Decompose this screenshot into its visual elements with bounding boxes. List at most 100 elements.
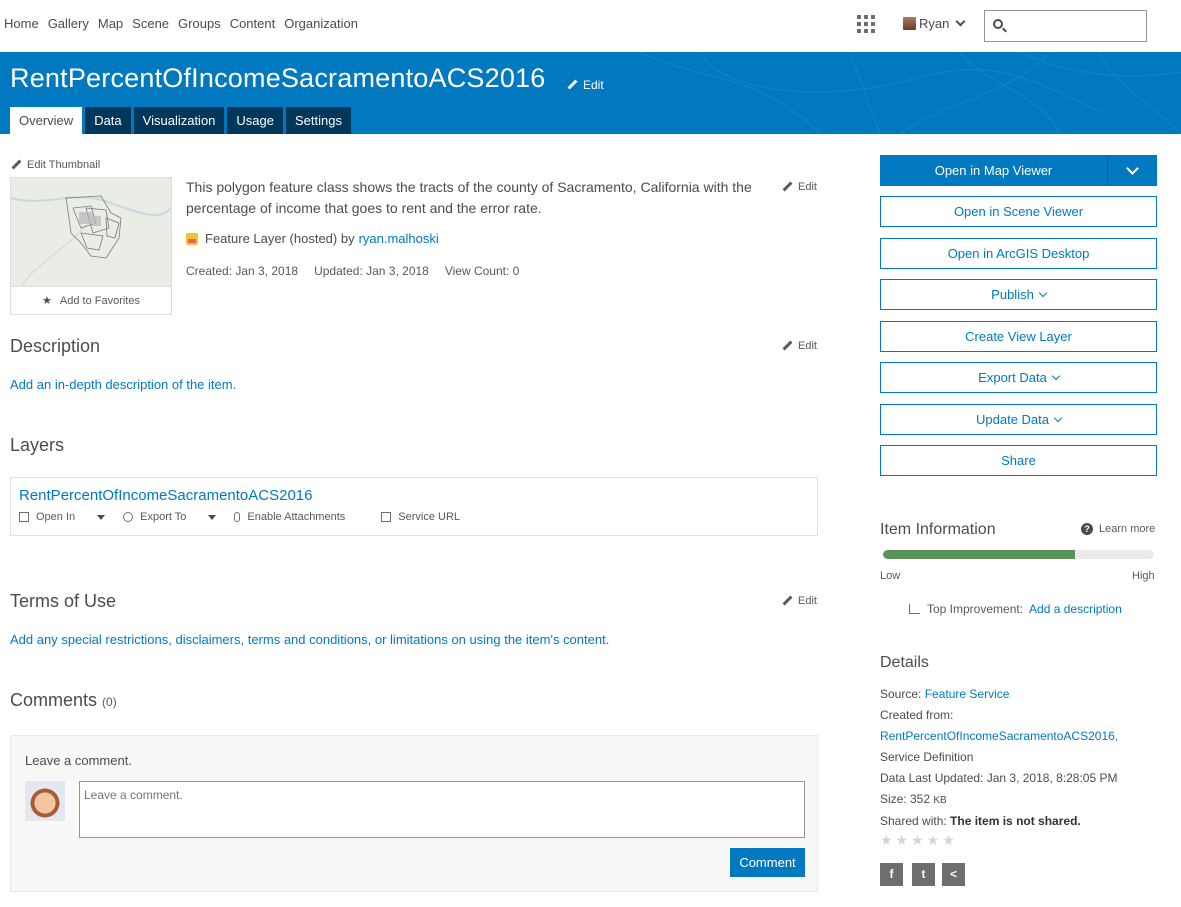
owner-link[interactable]: ryan.malhoski (359, 231, 439, 246)
share-icon[interactable]: < (942, 863, 965, 886)
description-heading: Description (10, 336, 101, 356)
create-view-layer-button[interactable]: Create View Layer (880, 321, 1157, 352)
publish-label: Publish (991, 287, 1034, 302)
comment-panel: Leave a comment. Comment (10, 735, 818, 892)
nav-content[interactable]: Content (230, 16, 276, 31)
comment-button[interactable]: Comment (730, 848, 805, 877)
item-type-label: Feature Layer (hosted) by (205, 231, 355, 246)
tab-usage[interactable]: Usage (227, 107, 283, 134)
open-desktop-button[interactable]: Open in ArcGIS Desktop (880, 238, 1157, 269)
nav-map[interactable]: Map (98, 16, 123, 31)
size-value: Size: 352 (880, 792, 931, 806)
terms-heading: Terms of Use (10, 591, 117, 611)
search-box (984, 10, 1147, 42)
nav-groups[interactable]: Groups (178, 16, 221, 31)
item-thumbnail (11, 178, 171, 286)
top-improvement: Top Improvement: Add a description (909, 602, 1122, 616)
update-data-button[interactable]: Update Data (880, 404, 1157, 435)
thumbnail-card: ★ Add to Favorites (10, 177, 172, 315)
comment-field[interactable] (79, 781, 805, 838)
tab-data[interactable]: Data (85, 107, 131, 134)
caret-down-icon (208, 514, 217, 520)
service-url-button[interactable]: Service URL (381, 511, 478, 523)
nav-home[interactable]: Home (4, 16, 39, 31)
publish-button[interactable]: Publish (880, 279, 1157, 310)
enable-attachments-button[interactable]: Enable Attachments (234, 511, 363, 523)
comment-label: Leave a comment. (25, 753, 132, 768)
open-external-icon (19, 512, 29, 522)
tab-settings[interactable]: Settings (286, 107, 351, 134)
open-in-menu[interactable]: Open In (19, 511, 106, 523)
learn-more-link[interactable]: ? Learn more (1081, 523, 1155, 535)
chevron-down-icon (1053, 413, 1063, 423)
layers-panel: RentPercentOfIncomeSacramentoACS2016 Ope… (10, 477, 818, 536)
item-info-progress-bar (883, 550, 1154, 559)
pencil-icon (11, 160, 21, 170)
nav-links: Home Gallery Map Scene Groups Content Or… (4, 16, 367, 31)
top-navigation: Home Gallery Map Scene Groups Content Or… (0, 0, 1181, 52)
layer-name-link[interactable]: RentPercentOfIncomeSacramentoACS2016 (19, 487, 313, 504)
twitter-icon[interactable]: t (912, 863, 935, 886)
title-edit-label: Edit (583, 78, 604, 92)
chevron-down-icon (1051, 371, 1061, 381)
nav-gallery[interactable]: Gallery (48, 16, 89, 31)
edit-thumbnail-button[interactable]: Edit Thumbnail (11, 159, 100, 171)
open-scene-viewer-button[interactable]: Open in Scene Viewer (880, 196, 1157, 227)
top-improvement-link[interactable]: Add a description (1029, 602, 1122, 616)
source-link[interactable]: Feature Service (925, 687, 1010, 701)
share-button[interactable]: Share (880, 445, 1157, 476)
open-map-viewer-button[interactable]: Open in Map Viewer (880, 155, 1107, 186)
data-last-updated: Data Last Updated: Jan 3, 2018, 8:28:05 … (880, 771, 1118, 785)
star-icon: ★ (42, 295, 52, 307)
created-date: Created: Jan 3, 2018 (186, 264, 299, 278)
pencil-icon (782, 596, 792, 606)
nav-scene[interactable]: Scene (132, 16, 169, 31)
created-from-link[interactable]: RentPercentOfIncomeSacramentoACS2016, (880, 726, 1170, 747)
layer-actions: Open In Export To Enable Attachments Ser… (19, 511, 496, 523)
details-heading: Details (880, 654, 929, 671)
add-to-favorites-button[interactable]: ★ Add to Favorites (11, 286, 171, 314)
apps-grid-icon[interactable] (857, 15, 875, 33)
rating-stars[interactable]: ★★★★★ (880, 832, 958, 849)
thumbnail-map-image (11, 178, 171, 286)
update-data-label: Update Data (976, 412, 1049, 427)
title-edit-button[interactable]: Edit (567, 78, 604, 92)
chevron-down-icon (955, 16, 966, 27)
source-label: Source: (880, 687, 922, 701)
add-terms-link[interactable]: Add any special restrictions, disclaimer… (10, 632, 609, 647)
open-map-viewer-dropdown[interactable] (1107, 155, 1157, 186)
export-data-button[interactable]: Export Data (880, 362, 1157, 393)
shared-value: The item is not shared. (950, 814, 1081, 828)
cloud-download-icon (123, 512, 134, 522)
shared-label: Shared with: (880, 814, 947, 828)
tab-visualization[interactable]: Visualization (133, 107, 225, 134)
search-icon (993, 19, 1003, 29)
created-from-type: Service Definition (880, 750, 974, 764)
item-summary: This polygon feature class shows the tra… (186, 179, 752, 216)
chart-icon (909, 604, 920, 614)
comments-heading-label: Comments (10, 690, 98, 710)
view-count: View Count: 0 (444, 264, 520, 278)
tab-overview[interactable]: Overview (10, 107, 83, 134)
details-list: Source: Feature Service Created from: Re… (880, 684, 1170, 832)
summary-edit-button[interactable]: Edit (782, 181, 817, 193)
item-tabs: Overview Data Visualization Usage Settin… (10, 107, 354, 134)
terms-edit-button[interactable]: Edit (782, 595, 817, 607)
nav-organization[interactable]: Organization (284, 16, 358, 31)
comments-count: (0) (102, 695, 117, 709)
enable-attachments-label: Enable Attachments (247, 511, 346, 523)
size-unit: KB (933, 795, 947, 806)
add-to-favorites-label: Add to Favorites (59, 294, 140, 307)
facebook-icon[interactable]: f (880, 863, 903, 886)
open-map-viewer-group: Open in Map Viewer (880, 155, 1157, 186)
item-type-line: Feature Layer (hosted) by ryan.malhoski (186, 231, 439, 246)
export-to-menu[interactable]: Export To (123, 511, 217, 523)
search-input[interactable] (1009, 15, 1139, 37)
description-edit-button[interactable]: Edit (782, 340, 817, 352)
paperclip-icon (234, 512, 241, 522)
progress-high-label: High (1132, 570, 1155, 582)
user-menu[interactable]: Ryan (903, 16, 966, 31)
comments-heading: Comments (0) (10, 690, 117, 711)
add-description-link[interactable]: Add an in-depth description of the item. (10, 377, 236, 392)
item-information-heading: Item Information (880, 521, 996, 538)
